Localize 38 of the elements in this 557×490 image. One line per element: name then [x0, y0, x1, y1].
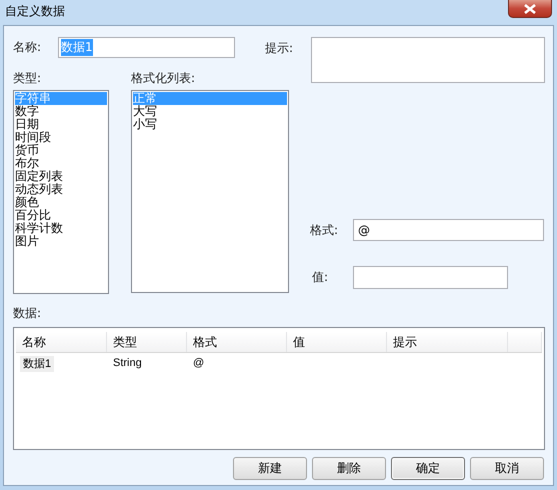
list-label: 类型:: [13, 70, 42, 86]
table-cell: 数据1: [20, 356, 54, 372]
hint-field[interactable]: [311, 37, 545, 83]
list-item[interactable]: 小写: [133, 118, 287, 131]
format-field[interactable]: @: [353, 219, 544, 241]
column-header[interactable]: 名称: [16, 332, 107, 352]
field-label: 提示:: [265, 40, 294, 57]
close-icon: [524, 4, 536, 14]
dialog-button[interactable]: 确定: [391, 457, 465, 480]
list-item[interactable]: 数字: [15, 105, 107, 118]
dialog-button[interactable]: 新建: [233, 457, 307, 480]
column-header[interactable]: 类型: [107, 332, 187, 352]
list-item[interactable]: 固定列表: [15, 170, 107, 183]
column-header[interactable]: 值: [287, 332, 387, 352]
table-label: 数据:: [13, 305, 42, 322]
field-label: 值:: [311, 269, 330, 286]
list-item[interactable]: 颜色: [15, 196, 107, 209]
window-title: 自定义数据: [5, 3, 65, 20]
column-header[interactable]: 格式: [187, 332, 287, 352]
field-label: 格式:: [310, 222, 340, 238]
list-item[interactable]: 布尔: [15, 157, 107, 170]
dialog-button[interactable]: 删除: [312, 457, 386, 480]
close-button[interactable]: [508, 0, 552, 18]
list-item[interactable]: 科学计数: [15, 222, 107, 235]
table-cell: String: [113, 357, 142, 369]
list-item[interactable]: 图片: [15, 235, 107, 248]
list-label: 格式化列表:: [131, 70, 196, 86]
list-item[interactable]: 动态列表: [15, 183, 107, 196]
table-cell: @: [193, 357, 204, 369]
list-item[interactable]: 货币: [15, 144, 107, 157]
list-item[interactable]: 日期: [15, 118, 107, 131]
list-item[interactable]: 时间段: [15, 131, 107, 144]
field-label: 名称:: [13, 39, 42, 56]
dialog-button[interactable]: 取消: [470, 457, 544, 480]
list-item[interactable]: 大写: [133, 105, 287, 118]
column-header[interactable]: 提示: [387, 332, 508, 352]
list-item[interactable]: 百分比: [15, 209, 107, 222]
value-field[interactable]: [353, 266, 508, 289]
